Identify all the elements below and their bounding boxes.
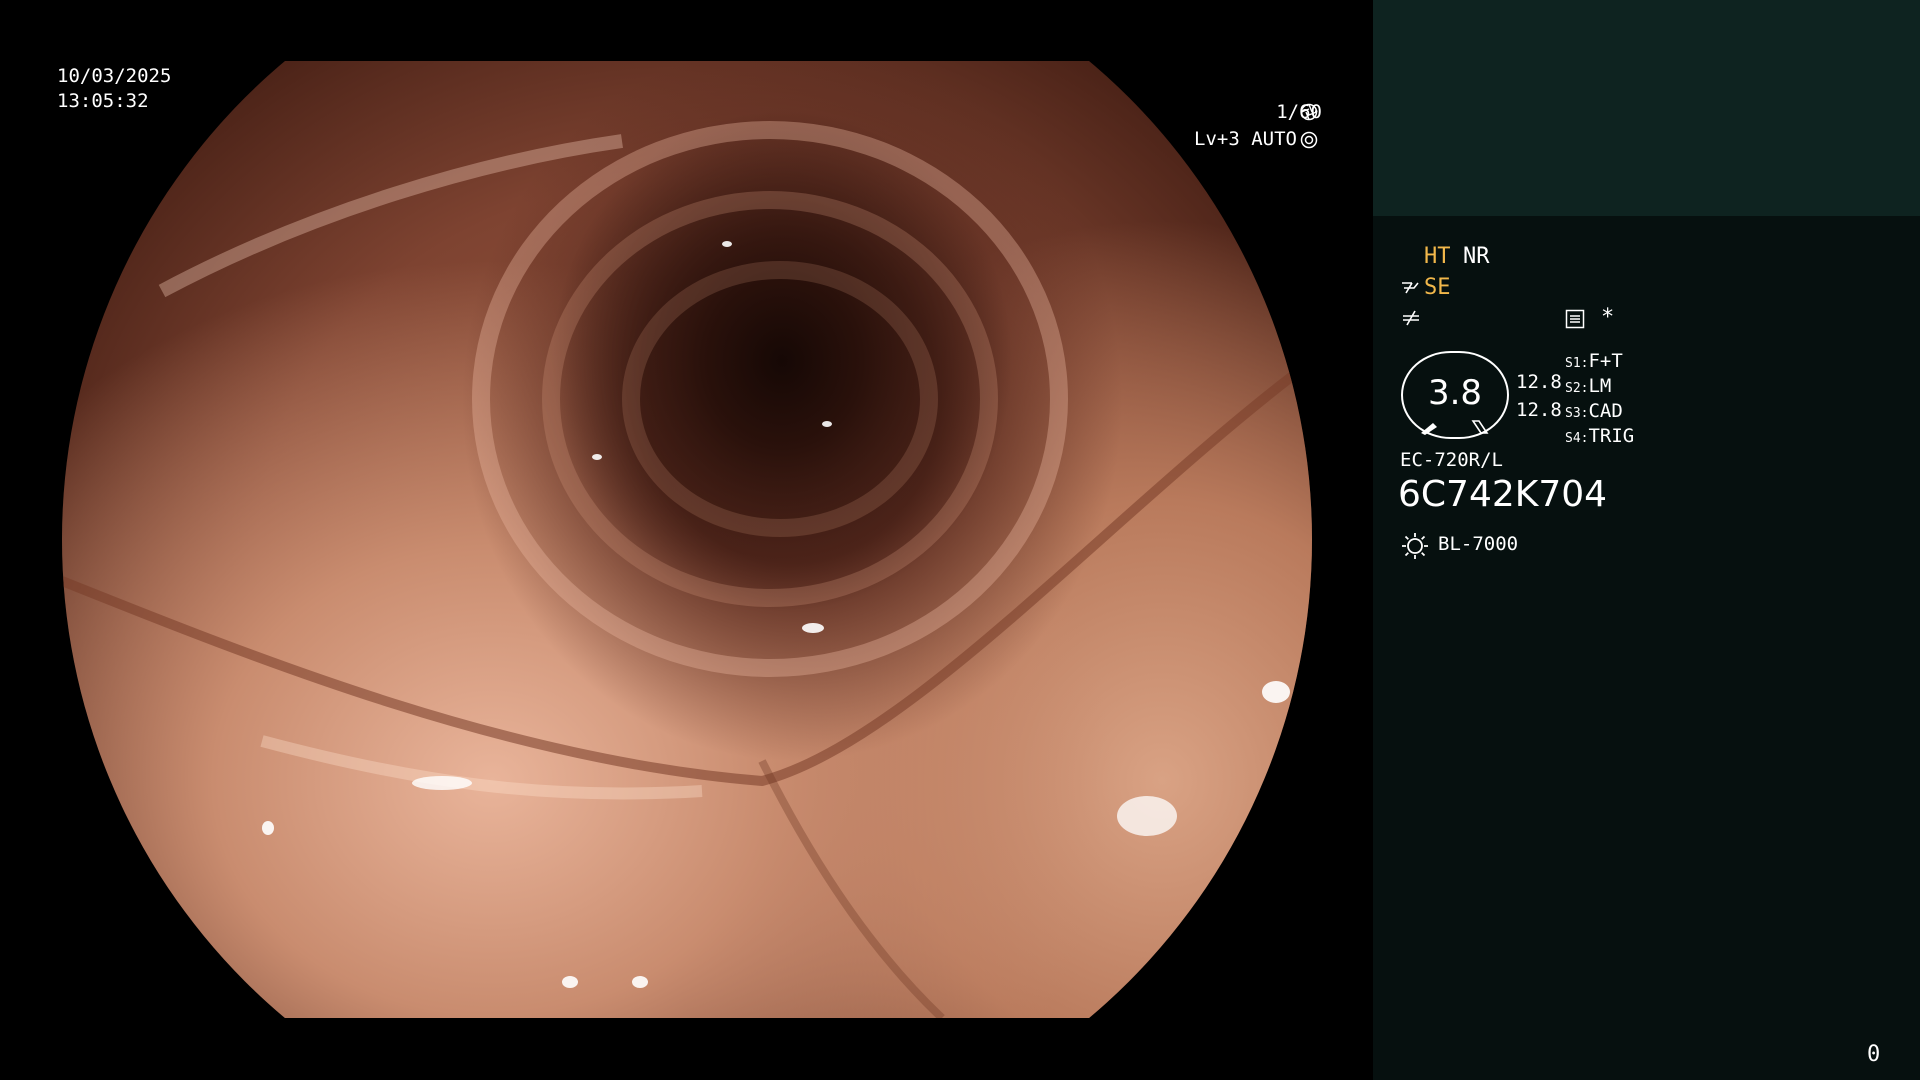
gauge-indicator: 3.8 <box>1401 351 1509 439</box>
info-panel: HT NR SE * 3.8 12.8 12.8 S1:F+T S2:LM S3… <box>1373 0 1920 1080</box>
specular-highlight <box>802 623 824 633</box>
scope-model: EC-720R/L <box>1400 449 1503 471</box>
gauge-upper-value: 12.8 <box>1516 371 1562 393</box>
menu-icon <box>1565 309 1585 329</box>
frame-counter: 0 <box>1867 1042 1881 1067</box>
switch-item: S3:CAD <box>1565 400 1623 422</box>
switch-item: S2:LM <box>1565 375 1612 397</box>
switch-item: S1:F+T <box>1565 350 1623 372</box>
asterisk-indicator: * <box>1601 305 1615 330</box>
scope-serial: 6C742K704 <box>1398 474 1608 515</box>
panel-header-area <box>1373 0 1920 216</box>
endoscope-video-area: 10/03/2025 13:05:32 1/60 Lv+3 AUTO <box>0 0 1373 1080</box>
specular-highlight <box>822 421 832 427</box>
specular-highlight <box>592 454 602 460</box>
endoscopic-image <box>62 61 1312 1018</box>
specular-highlight <box>1117 796 1177 836</box>
ht-indicator: HT <box>1424 244 1451 269</box>
se-indicator: SE <box>1424 275 1451 300</box>
air-water-icon <box>1402 282 1419 294</box>
exam-time: 13:05:32 <box>57 90 149 112</box>
specular-highlight <box>412 776 472 790</box>
gauge-value: 3.8 <box>1427 373 1483 413</box>
fold-lines <box>62 134 1312 1018</box>
gauge-lower-value: 12.8 <box>1516 399 1562 421</box>
shutter-icon <box>1300 103 1318 121</box>
light-source-icon <box>1402 533 1428 559</box>
specular-highlight <box>632 976 648 988</box>
structure-icon <box>1403 310 1419 326</box>
specular-highlight <box>562 976 578 988</box>
specular-highlight <box>722 241 732 247</box>
switch-item: S4:TRIG <box>1565 425 1635 447</box>
switch-list: S1:F+T S2:LM S3:CAD S4:TRIG <box>1565 350 1634 450</box>
specular-highlight <box>262 821 274 835</box>
gauge-marker-icon <box>1421 423 1437 435</box>
specular-highlight <box>1262 681 1290 703</box>
iris-icon <box>1300 131 1318 149</box>
brightness-level: Lv+3 AUTO <box>1194 128 1297 150</box>
gauge-marker-outline-icon <box>1471 420 1489 434</box>
light-source-model: BL-7000 <box>1438 533 1519 555</box>
exam-date: 10/03/2025 <box>57 65 172 87</box>
nr-indicator: NR <box>1463 244 1490 269</box>
